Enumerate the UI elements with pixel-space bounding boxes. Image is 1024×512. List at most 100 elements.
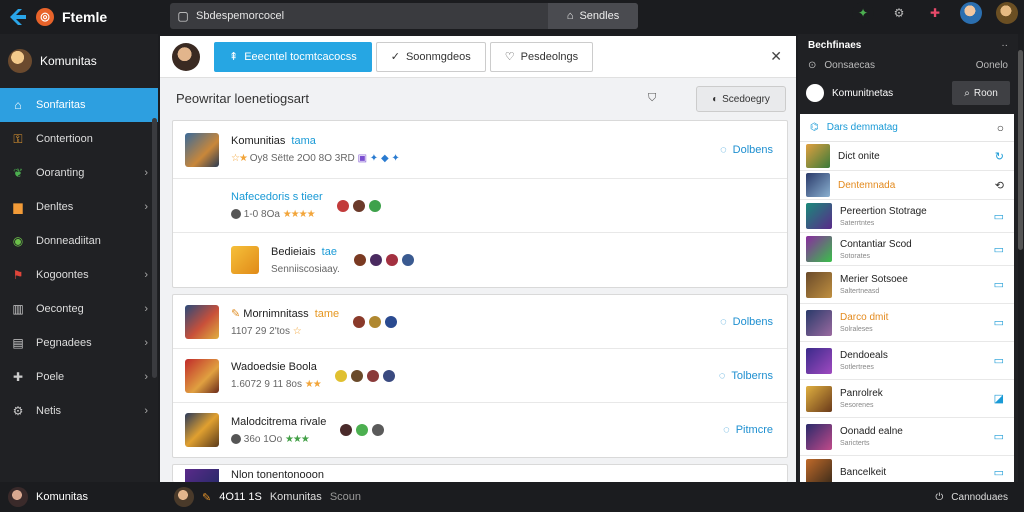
window-icon[interactable]: ▭ (994, 210, 1004, 223)
right-list-header[interactable]: ⌬ Dars demmatag ○ (800, 114, 1014, 142)
sidebar-item-label: Denltes (36, 201, 74, 213)
subheader-left[interactable]: Oonsaecas (824, 60, 875, 71)
link-icon[interactable]: ⟲ (995, 179, 1004, 192)
tab-2[interactable]: ♡ Pesdeolngs (489, 41, 594, 72)
item-name: Pereertion Stotrage (840, 205, 927, 217)
sidebar-item-9[interactable]: ⚙ Netis › (0, 394, 158, 428)
list-item[interactable]: Darco dmit Solraleses ▭ (800, 304, 1014, 342)
item-meta: Oy8 Sëtte 2O0 8O 3RD (249, 153, 355, 164)
list-item[interactable]: Komunitias tama ☆★ Oy8 Sëtte 2O0 8O 3RD ▣… (173, 121, 787, 179)
profile-avatar[interactable] (996, 2, 1018, 24)
list-item[interactable]: Malodcitrema rivale 36o 1Oo ★★★ ◌ Pitmcre (173, 403, 787, 457)
notifications-icon[interactable]: ✦ (852, 2, 874, 24)
list-item[interactable]: Bancelkeit ▭ (800, 456, 1014, 482)
tab-1[interactable]: ✓ Soonmgdeos (375, 41, 486, 72)
sidebar-item-4[interactable]: ◉ Donneadiitan (0, 224, 158, 258)
edit-icon[interactable]: ◪ (994, 392, 1004, 405)
item-name: Darco dmit (840, 312, 889, 323)
sidebar-item-label: Kogoontes (36, 269, 89, 281)
member-avatars (353, 315, 398, 328)
window-icon[interactable]: ▭ (994, 243, 1004, 256)
avatar (231, 433, 241, 444)
community-thumbnail (231, 246, 259, 274)
sidebar-item-6[interactable]: ▥ Oeconteg › (0, 292, 158, 326)
right-scrollbar[interactable] (1018, 50, 1023, 250)
sidebar-item-5[interactable]: ⚑ Kogoontes › (0, 258, 158, 292)
brand[interactable]: ◎ Ftemle (0, 8, 170, 26)
window-icon[interactable]: ▭ (994, 466, 1004, 479)
rating-stars-icon: ☆ (292, 325, 302, 337)
thumbnail (806, 347, 832, 374)
sidebar-item-1[interactable]: ⚿ Contertioon (0, 122, 158, 156)
settings-icon[interactable]: ⚙ (888, 2, 910, 24)
sidebar-header-label: Komunitas (40, 54, 97, 68)
search-button[interactable]: ⌂ Sendles (548, 3, 638, 29)
rating-stars-icon: ★★ (304, 379, 322, 390)
tab-avatar[interactable] (172, 42, 200, 71)
sidebar-item-0[interactable]: ⌂ Sonfaritas (0, 88, 158, 122)
bottom-right[interactable]: ⏻ Cannoduaes (935, 492, 1008, 503)
sidebar-item-label: Ooranting (36, 167, 85, 179)
window-icon[interactable]: ▭ (994, 430, 1004, 443)
sidebar-item-7[interactable]: ▤ Pegnadees › (0, 326, 158, 360)
list-item[interactable]: Merier Sotsoee Saltertneasd ▭ (800, 266, 1014, 304)
item-name: Panrolrek (840, 388, 883, 399)
window-icon[interactable]: ▭ (994, 278, 1004, 291)
list-item[interactable]: ✎ Mornimnitass tame 1107 29 2'tos ☆ ◌ Dolb… (173, 295, 787, 349)
search-input[interactable] (196, 10, 548, 22)
list-item[interactable]: Panrolrek Sesorenes ◪ (800, 380, 1014, 418)
sidebar-item-label: Sonfaritas (36, 99, 86, 111)
item-name: Dict onite (838, 150, 880, 162)
thumbnail (806, 203, 832, 229)
follow-button[interactable]: ◌ Dolbens (720, 144, 773, 156)
list-item[interactable]: Wadoedsie Boola 1.6072 9 11 8os ★★ ◌ Tolb… (173, 349, 787, 403)
follow-button[interactable]: ◌ Dolbens (720, 316, 773, 328)
user-avatar[interactable] (960, 2, 982, 24)
subheader-right[interactable]: Oonelo (976, 60, 1008, 71)
list-item[interactable]: Oonadd ealne Saricterts ▭ (800, 418, 1014, 456)
sidebar-item-8[interactable]: ✚ Poele › (0, 360, 158, 394)
follow-button[interactable]: ◌ Tolberns (719, 370, 773, 382)
avatar (336, 199, 349, 212)
chevron-right-icon: › (144, 405, 148, 417)
circle-icon[interactable]: ○ (997, 121, 1004, 135)
list-item[interactable]: Contantiar Scod Sotorates ▭ (800, 233, 1014, 266)
window-icon[interactable]: ▭ (994, 354, 1004, 367)
follow-label: Dolbens (732, 143, 773, 156)
list-item[interactable]: Dentemnada ⟲ (800, 171, 1014, 200)
activity-icon[interactable]: ✚ (924, 2, 946, 24)
list-item[interactable]: Dict onite ↻ (800, 142, 1014, 171)
window-icon[interactable]: ▭ (994, 316, 1004, 329)
list-item[interactable]: Nafecedoris s tieer 1-0 8Oa ★★★★ (173, 179, 787, 233)
app-title: Ftemle (62, 9, 108, 25)
follow-button[interactable]: ◌ Pitmcre (723, 424, 773, 436)
more-icon[interactable]: ·· (1001, 40, 1008, 51)
close-icon[interactable]: ✕ (770, 48, 782, 65)
category-button[interactable]: ◐ Scedoegry (696, 86, 786, 112)
sync-icon[interactable]: ↻ (995, 150, 1004, 163)
sidebar-scrollbar[interactable] (152, 118, 157, 378)
list-item[interactable]: Bedieiais tae Senniiscosiaay. (173, 233, 787, 287)
list-item[interactable]: Dendoeals Sotlertrees ▭ (800, 342, 1014, 380)
sidebar-item-2[interactable]: ❦ Ooranting › (0, 156, 158, 190)
tab-0[interactable]: ⇞ Eeecntel tocmtcacocss (214, 41, 372, 72)
list-item[interactable]: Nlon tonentonooon (173, 465, 787, 482)
sidebar-item-3[interactable]: ▆ Denltes › (0, 190, 158, 224)
chart-icon: ▥ (12, 302, 24, 316)
avatar (806, 84, 824, 102)
refresh-icon: ◌ (718, 369, 726, 382)
avatar (356, 424, 369, 436)
bottom-tag: Scoun (329, 491, 362, 503)
item-tag: tama (291, 135, 316, 147)
list-item[interactable]: Pereertion Stotrage Saterrtntes ▭ (800, 200, 1014, 233)
lock-icon: ⌂ (566, 10, 574, 22)
room-button[interactable]: ⌕ Roon (952, 81, 1010, 105)
pin-icon: ⇞ (229, 51, 239, 63)
sidebar-header[interactable]: Komunitas (0, 34, 158, 88)
right-panel-bar: Komunitnetas ⌕ Roon (798, 74, 1018, 112)
bottom-user[interactable]: Komunitas (0, 487, 160, 507)
item-meta: Sesorenes (840, 402, 874, 409)
chevron-right-icon: › (144, 201, 148, 213)
bookmark-icon[interactable]: ⛉ (648, 92, 656, 105)
item-title: Nafecedoris s tieer (231, 191, 323, 203)
